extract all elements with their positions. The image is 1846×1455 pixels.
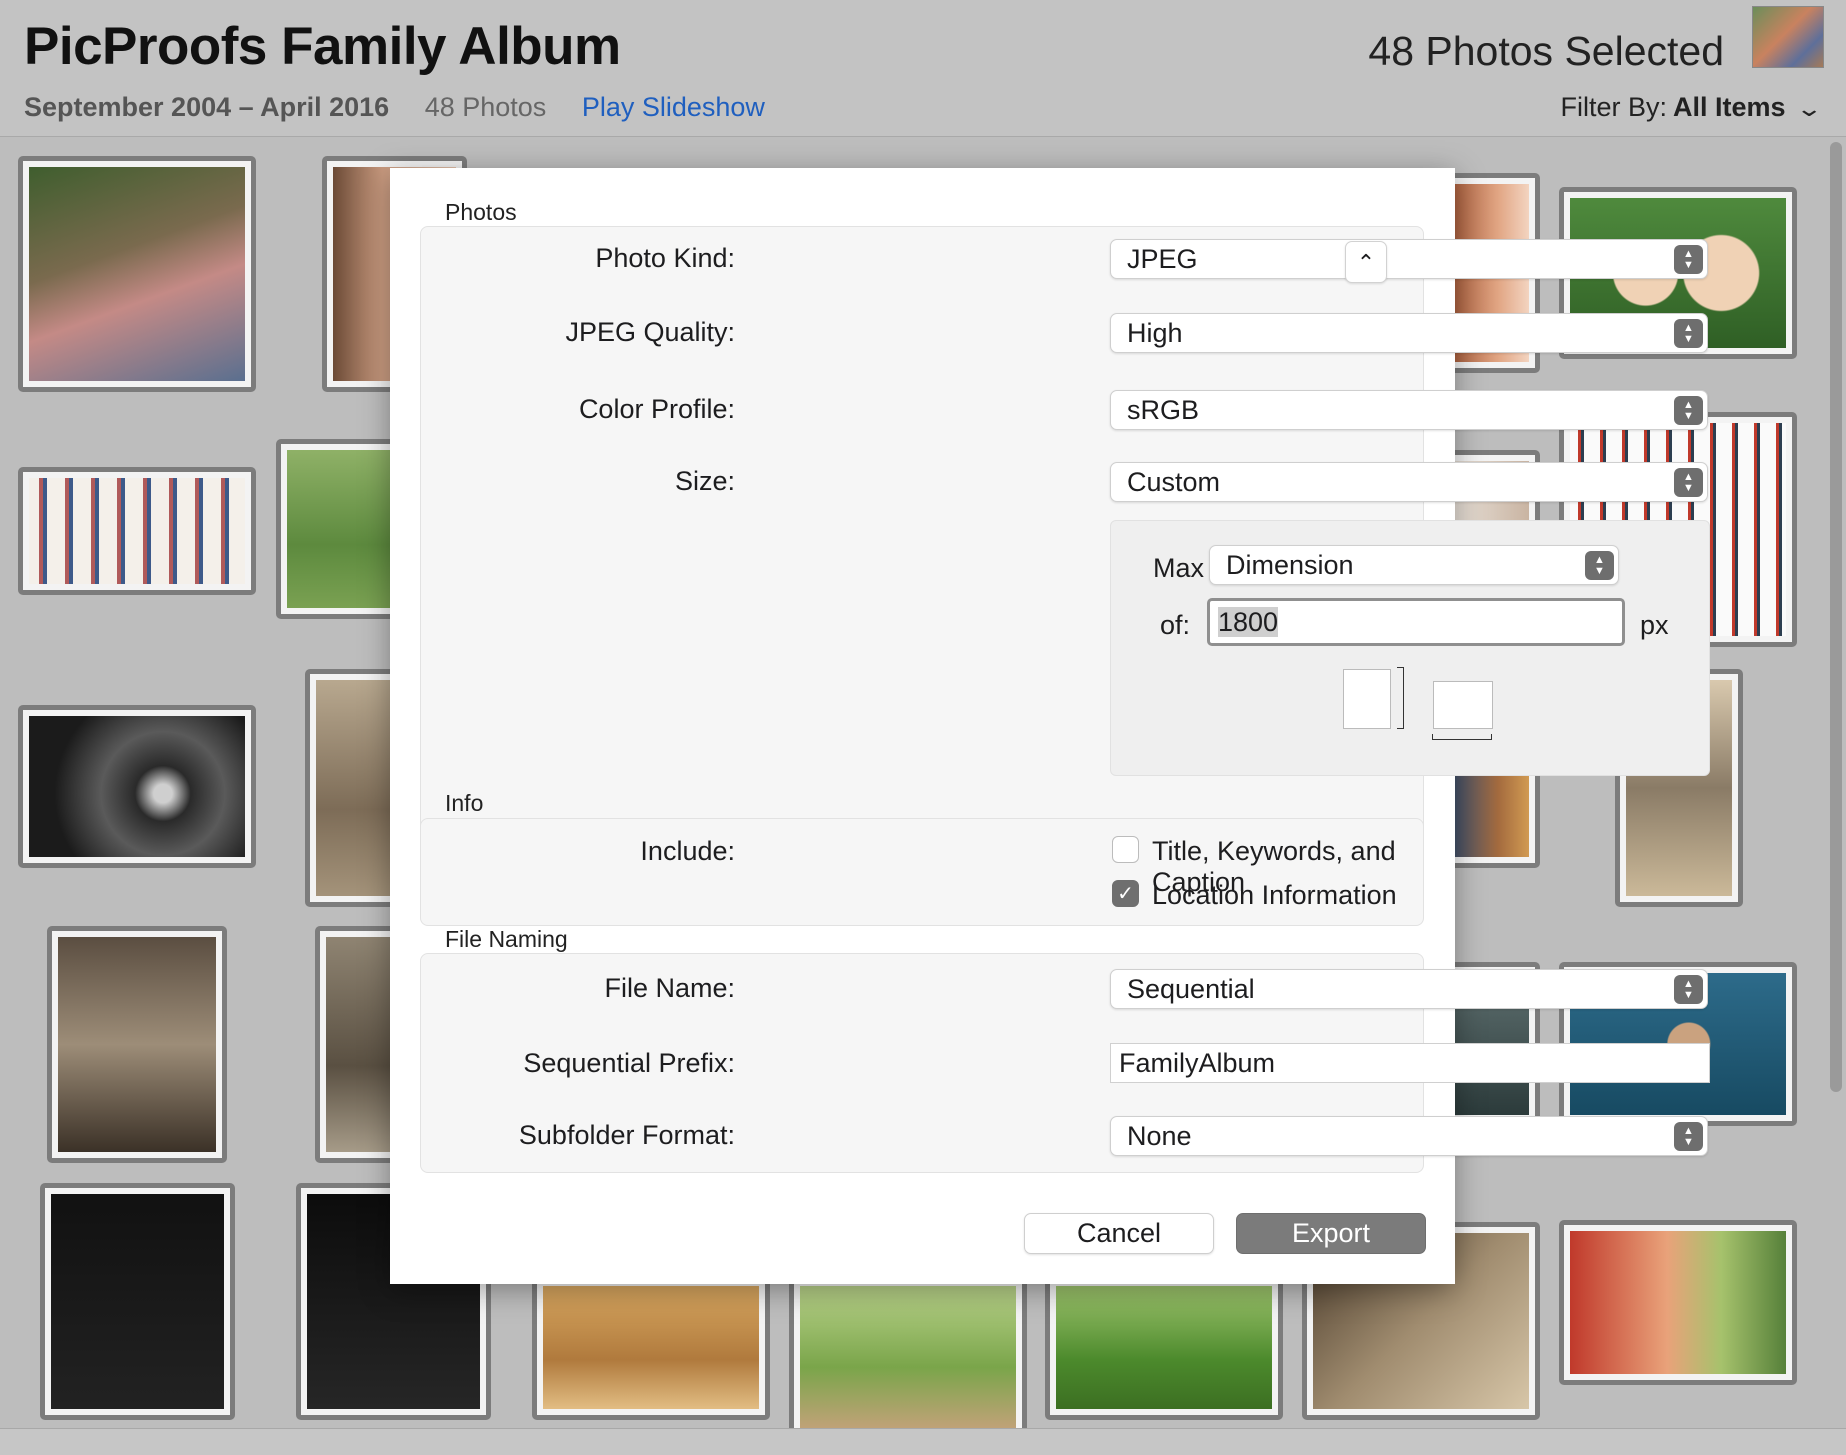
photo-kind-popup[interactable]: JPEG ▲ ▼ xyxy=(1110,239,1708,279)
title-keywords-caption-checkbox[interactable] xyxy=(1112,836,1139,863)
photo-thumbnail[interactable] xyxy=(18,467,256,595)
chevron-down-icon: ⌄ xyxy=(1794,96,1823,121)
max-dimension-popup[interactable]: Dimension ▲ ▼ xyxy=(1209,545,1619,585)
photo-thumbnail[interactable] xyxy=(18,156,256,392)
width-bracket-icon xyxy=(1432,734,1492,740)
size-value: Custom xyxy=(1127,467,1221,497)
px-unit-label: px xyxy=(1640,610,1669,640)
subfolder-format-label: Subfolder Format: xyxy=(518,1120,735,1150)
photo-thumbnail[interactable] xyxy=(47,926,227,1163)
up-down-chevron-icon: ▲ ▼ xyxy=(1674,245,1703,274)
size-label: Size: xyxy=(674,466,735,496)
bottom-strip xyxy=(0,1428,1846,1455)
photo-kind-value: JPEG xyxy=(1127,244,1198,274)
export-button[interactable]: Export xyxy=(1236,1213,1426,1254)
photo-thumbnail[interactable] xyxy=(789,1275,1027,1445)
album-header: PicProofs Family Album September 2004 – … xyxy=(0,0,1846,137)
up-down-chevron-icon: ▲ ▼ xyxy=(1674,1122,1703,1151)
location-information-checkbox[interactable]: ✓ xyxy=(1112,880,1139,907)
play-slideshow-link[interactable]: Play Slideshow xyxy=(582,92,765,122)
sequential-prefix-label: Sequential Prefix: xyxy=(523,1048,735,1078)
max-label: Max xyxy=(1153,553,1205,583)
photo-thumbnail[interactable] xyxy=(1559,1220,1797,1385)
vertical-scrollbar[interactable] xyxy=(1830,142,1842,1092)
landscape-orientation-icon[interactable] xyxy=(1433,681,1493,729)
chevron-up-icon: ⌃ xyxy=(1356,250,1376,275)
up-down-chevron-icon: ▲ ▼ xyxy=(1674,468,1703,497)
size-popup[interactable]: Custom ▲ ▼ xyxy=(1110,462,1708,502)
album-title: PicProofs Family Album xyxy=(24,17,621,76)
of-label: of: xyxy=(1160,610,1191,640)
sequential-prefix-value: FamilyAlbum xyxy=(1119,1048,1276,1078)
file-name-value: Sequential xyxy=(1127,974,1255,1004)
height-bracket-icon xyxy=(1397,667,1404,729)
color-profile-popup[interactable]: sRGB ▲ ▼ xyxy=(1110,390,1708,430)
file-name-label: File Name: xyxy=(604,973,735,1003)
photo-thumbnail[interactable] xyxy=(40,1183,235,1420)
photo-count: 48 Photos xyxy=(424,92,547,122)
photo-thumbnail[interactable] xyxy=(1045,1275,1283,1420)
album-subline: September 2004 – April 2016 48 Photos Pl… xyxy=(24,92,765,123)
portrait-orientation-icon[interactable] xyxy=(1343,669,1391,729)
file-naming-section-title: File Naming xyxy=(445,926,568,952)
sequential-prefix-input[interactable]: FamilyAlbum xyxy=(1110,1043,1710,1083)
jpeg-quality-label: JPEG Quality: xyxy=(565,317,735,347)
up-down-chevron-icon: ▲ ▼ xyxy=(1674,975,1703,1004)
export-dialog: Photos Photo Kind: JPEG ▲ ▼ ⌃ JPEG Qualit… xyxy=(390,168,1710,1284)
up-down-chevron-icon: ▲ ▼ xyxy=(1674,319,1703,348)
photos-section-title: Photos xyxy=(445,199,517,225)
include-label: Include: xyxy=(640,836,735,866)
location-information-label: Location Information xyxy=(1152,880,1397,910)
selected-count: 48 Photos Selected xyxy=(1368,28,1724,74)
up-down-chevron-icon: ▲ ▼ xyxy=(1585,551,1614,580)
color-profile-value: sRGB xyxy=(1127,395,1200,425)
filter-label: Filter By: xyxy=(1560,92,1668,122)
custom-size-box: Max Dimension ▲ ▼ of: 1800 px xyxy=(1110,520,1710,776)
file-name-popup[interactable]: Sequential ▲ ▼ xyxy=(1110,969,1708,1009)
collapse-button[interactable]: ⌃ xyxy=(1345,241,1387,283)
photo-thumbnail[interactable] xyxy=(18,705,256,868)
album-cover-thumbnail[interactable] xyxy=(1752,6,1824,68)
color-profile-label: Color Profile: xyxy=(578,394,735,424)
subfolder-format-value: None xyxy=(1127,1121,1192,1151)
max-dimension-value: Dimension xyxy=(1226,550,1354,580)
photo-thumbnail[interactable] xyxy=(532,1275,770,1420)
dimension-value: 1800 xyxy=(1218,607,1279,637)
up-down-chevron-icon: ▲ ▼ xyxy=(1674,396,1703,425)
dimension-input[interactable]: 1800 xyxy=(1207,598,1625,646)
jpeg-quality-value: High xyxy=(1127,318,1183,348)
filter-dropdown[interactable]: Filter By: All Items ⌄ xyxy=(1560,92,1823,123)
filter-value: All Items xyxy=(1673,92,1786,122)
subfolder-format-popup[interactable]: None ▲ ▼ xyxy=(1110,1116,1708,1156)
photo-kind-label: Photo Kind: xyxy=(595,243,735,273)
info-section-title: Info xyxy=(445,790,484,816)
checkmark-icon: ✓ xyxy=(1117,883,1134,905)
date-range: September 2004 – April 2016 xyxy=(24,92,390,122)
cancel-button[interactable]: Cancel xyxy=(1024,1213,1214,1254)
jpeg-quality-popup[interactable]: High ▲ ▼ xyxy=(1110,313,1708,353)
